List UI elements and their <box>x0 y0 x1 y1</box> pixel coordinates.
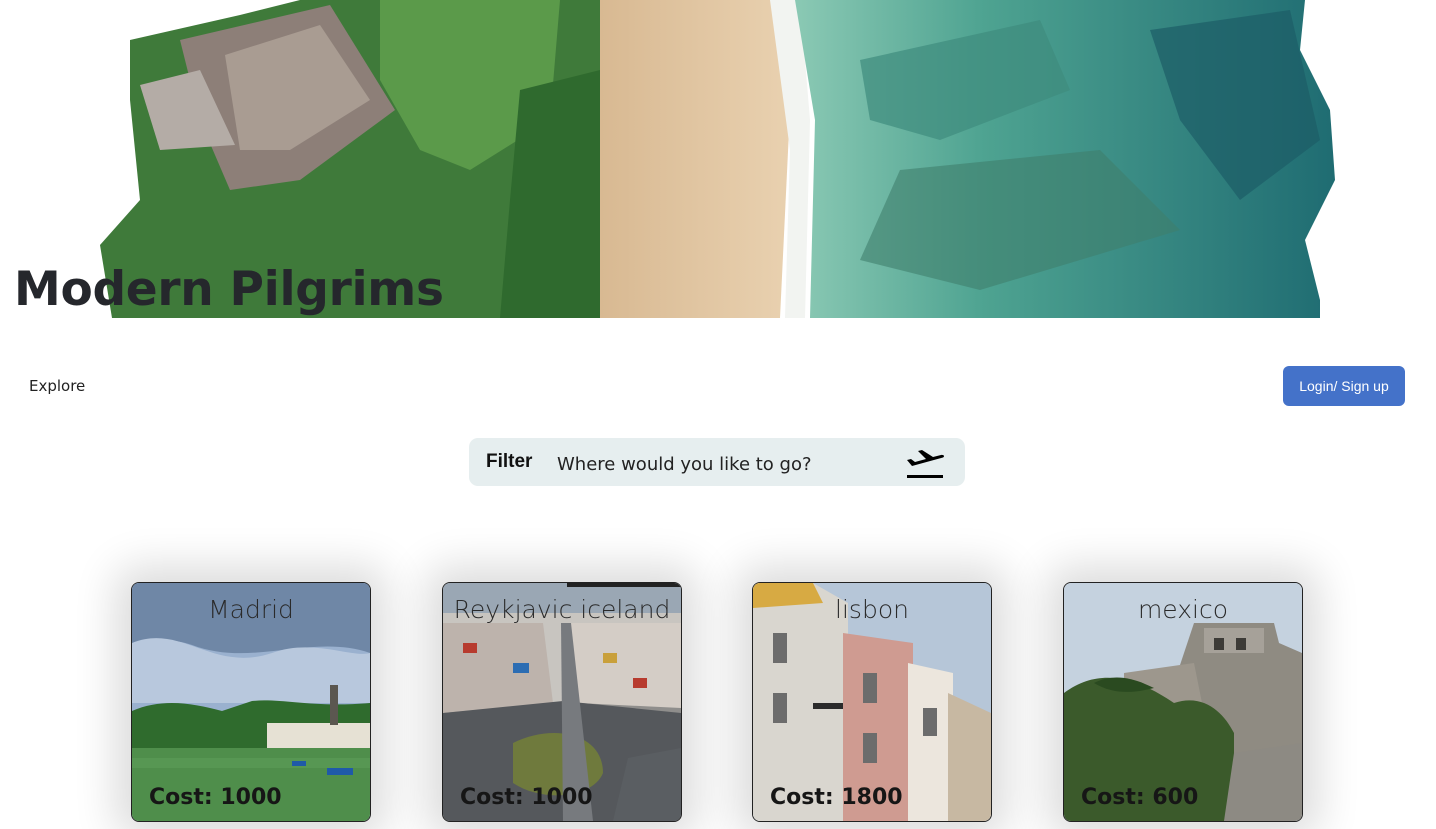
destination-card-reykjavik[interactable]: Reykjavic iceland Cost: 1000 <box>442 582 682 822</box>
hero-banner: Modern Pilgrims <box>0 0 1436 318</box>
filter-bar: Filter <box>469 438 965 486</box>
destination-card-madrid[interactable]: Madrid Cost: 1000 <box>131 582 371 822</box>
card-title: mexico <box>1137 595 1229 624</box>
card-cost: Cost: 600 <box>1081 785 1199 810</box>
site-title: Modern Pilgrims <box>14 262 444 317</box>
card-cost: Cost: 1000 <box>460 785 593 810</box>
filter-label: Filter <box>486 451 533 472</box>
card-cost: Cost: 1800 <box>770 785 903 810</box>
card-cost: Cost: 1000 <box>149 785 282 810</box>
plane-takeoff-icon[interactable] <box>904 446 946 487</box>
login-signup-button[interactable]: Login/ Sign up <box>1283 366 1405 406</box>
card-title: Reykjavic iceland <box>453 595 671 624</box>
nav-explore-link[interactable]: Explore <box>29 377 85 395</box>
destination-card-mexico[interactable]: mexico Cost: 600 <box>1063 582 1303 822</box>
card-title: lisbon <box>835 595 909 624</box>
destination-card-lisbon[interactable]: lisbon Cost: 1800 <box>752 582 992 822</box>
card-title: Madrid <box>208 595 294 624</box>
destination-search-input[interactable] <box>555 446 889 482</box>
